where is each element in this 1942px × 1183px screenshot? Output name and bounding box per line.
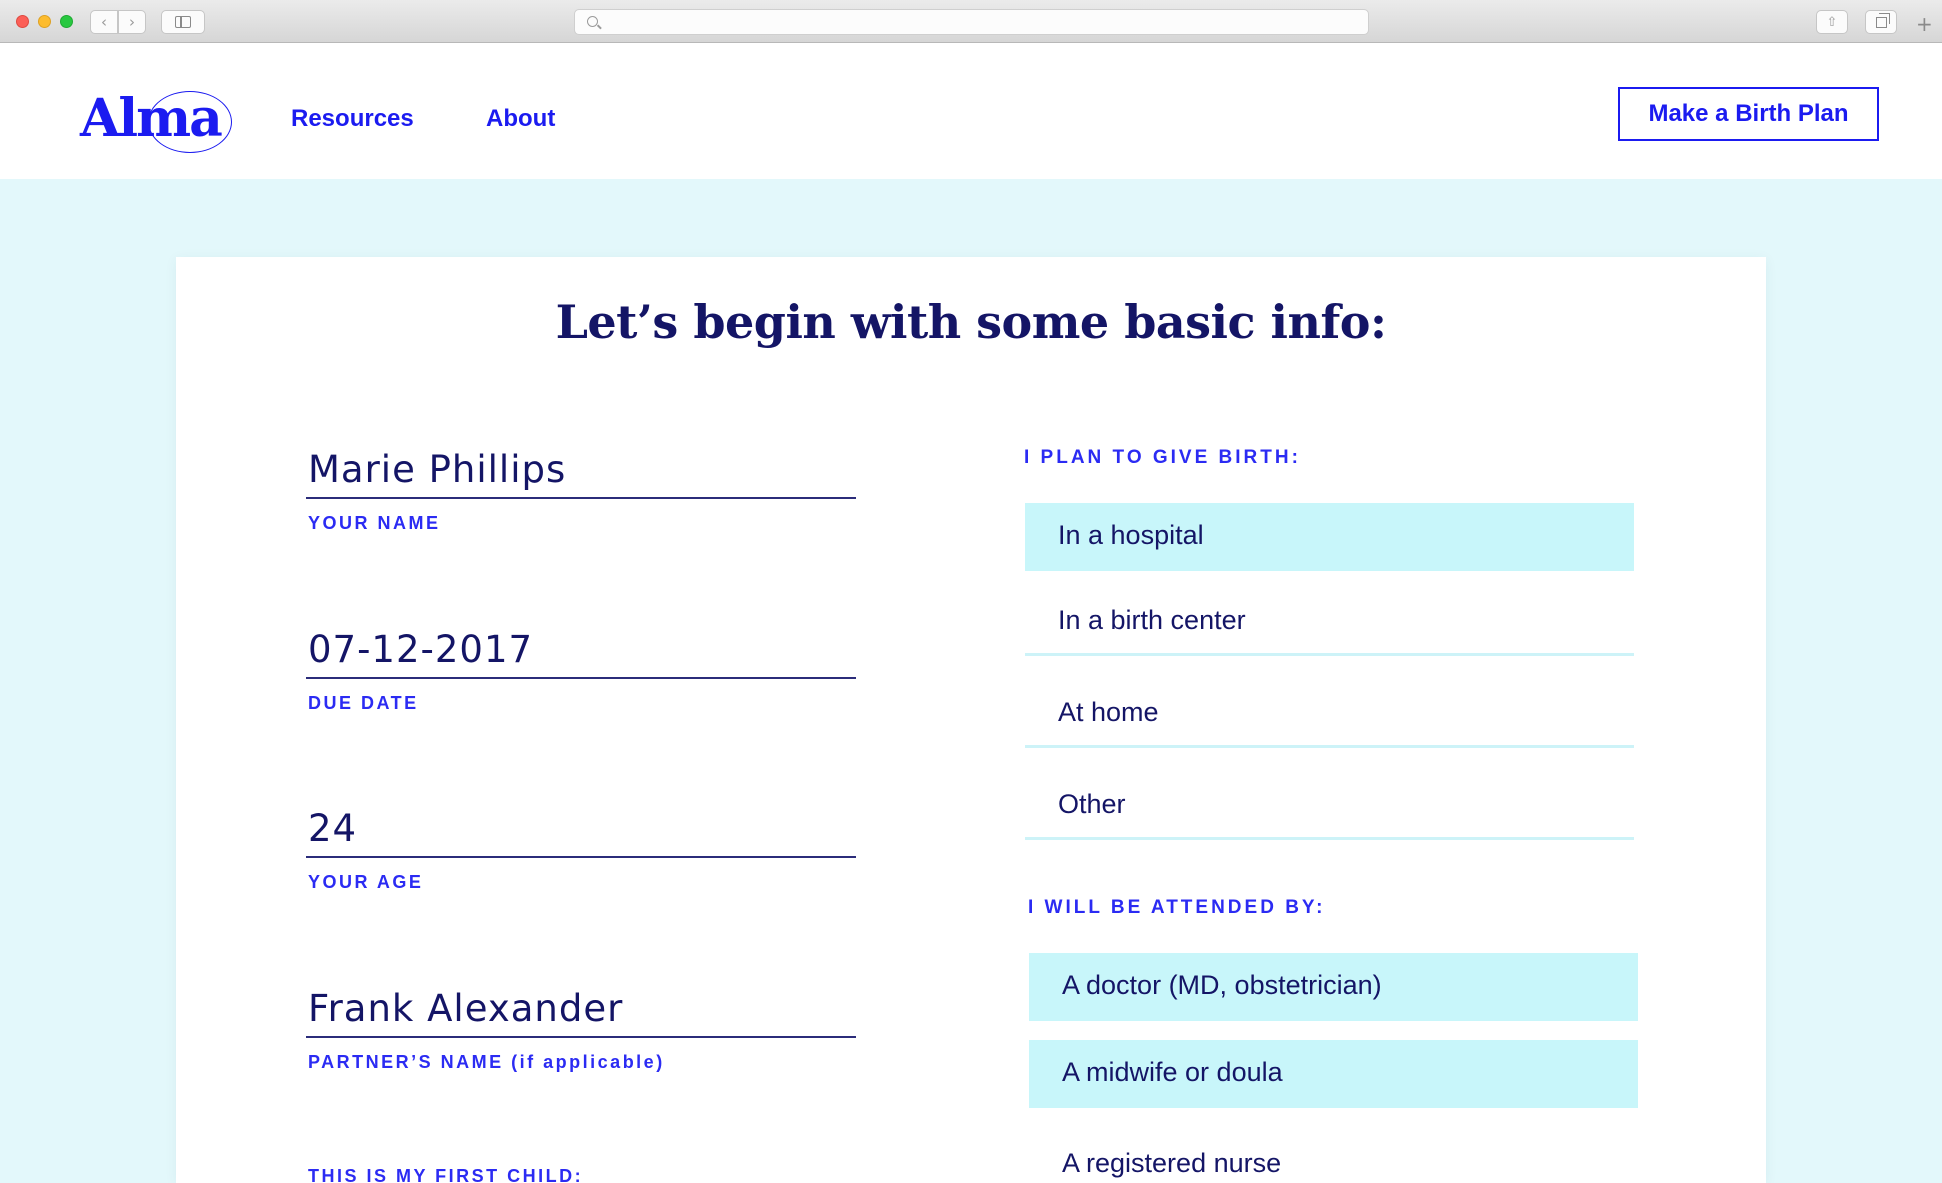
birth-place-label: I PLAN TO GIVE BIRTH: (1024, 447, 1301, 468)
option-in-a-hospital[interactable]: In a hospital (1025, 503, 1634, 571)
forward-button[interactable]: › (118, 10, 146, 34)
your-age-label: YOUR AGE (308, 872, 424, 892)
logo-ring-icon (148, 91, 232, 153)
option-registered-nurse[interactable]: A registered nurse (1029, 1131, 1638, 1183)
address-bar[interactable] (574, 9, 1369, 35)
nav-resources-link[interactable]: Resources (291, 102, 414, 136)
chevron-left-icon: ‹ (101, 13, 107, 31)
basic-info-form-card: Let’s begin with some basic info: YOUR N… (176, 257, 1766, 1183)
partner-name-field: PARTNER’S NAME (if applicable) (306, 976, 856, 1073)
nav-about-link[interactable]: About (486, 102, 555, 136)
your-age-field: YOUR AGE (306, 796, 856, 893)
due-date-label: DUE DATE (308, 693, 419, 713)
sidebar-button[interactable] (161, 10, 205, 34)
your-name-label: YOUR NAME (308, 513, 441, 533)
make-birth-plan-button[interactable]: Make a Birth Plan (1618, 87, 1879, 141)
chevron-right-icon: › (129, 13, 135, 31)
browser-toolbar: ‹ › ⇧ + (0, 0, 1942, 43)
first-child-label: THIS IS MY FIRST CHILD: (308, 1166, 584, 1183)
attended-by-label: I WILL BE ATTENDED BY: (1028, 897, 1326, 918)
zoom-window-button[interactable] (60, 15, 73, 28)
close-window-button[interactable] (16, 15, 29, 28)
option-midwife-or-doula[interactable]: A midwife or doula (1029, 1040, 1638, 1108)
show-tabs-button[interactable] (1865, 10, 1897, 34)
partner-name-label: PARTNER’S NAME (if applicable) (308, 1052, 665, 1072)
share-button[interactable]: ⇧ (1816, 10, 1848, 34)
option-in-a-birth-center[interactable]: In a birth center (1025, 588, 1634, 656)
search-icon (587, 16, 598, 27)
minimize-window-button[interactable] (38, 15, 51, 28)
site-header: Alma Resources About Make a Birth Plan (0, 44, 1942, 179)
your-name-field: YOUR NAME (306, 437, 856, 534)
share-icon: ⇧ (1826, 14, 1838, 30)
page-title: Let’s begin with some basic info: (555, 295, 1387, 349)
sidebar-icon (175, 16, 191, 28)
partner-name-input[interactable] (306, 976, 856, 1038)
first-child-field: THIS IS MY FIRST CHILD: (306, 1166, 856, 1183)
plus-icon[interactable]: + (1916, 12, 1933, 36)
your-name-input[interactable] (306, 437, 856, 499)
back-button[interactable]: ‹ (90, 10, 118, 34)
due-date-input[interactable] (306, 617, 856, 679)
tabs-icon (1875, 12, 1890, 28)
option-other[interactable]: Other (1025, 772, 1634, 840)
option-at-home[interactable]: At home (1025, 680, 1634, 748)
your-age-input[interactable] (306, 796, 856, 858)
option-doctor[interactable]: A doctor (MD, obstetrician) (1029, 953, 1638, 1021)
due-date-field: DUE DATE (306, 617, 856, 714)
